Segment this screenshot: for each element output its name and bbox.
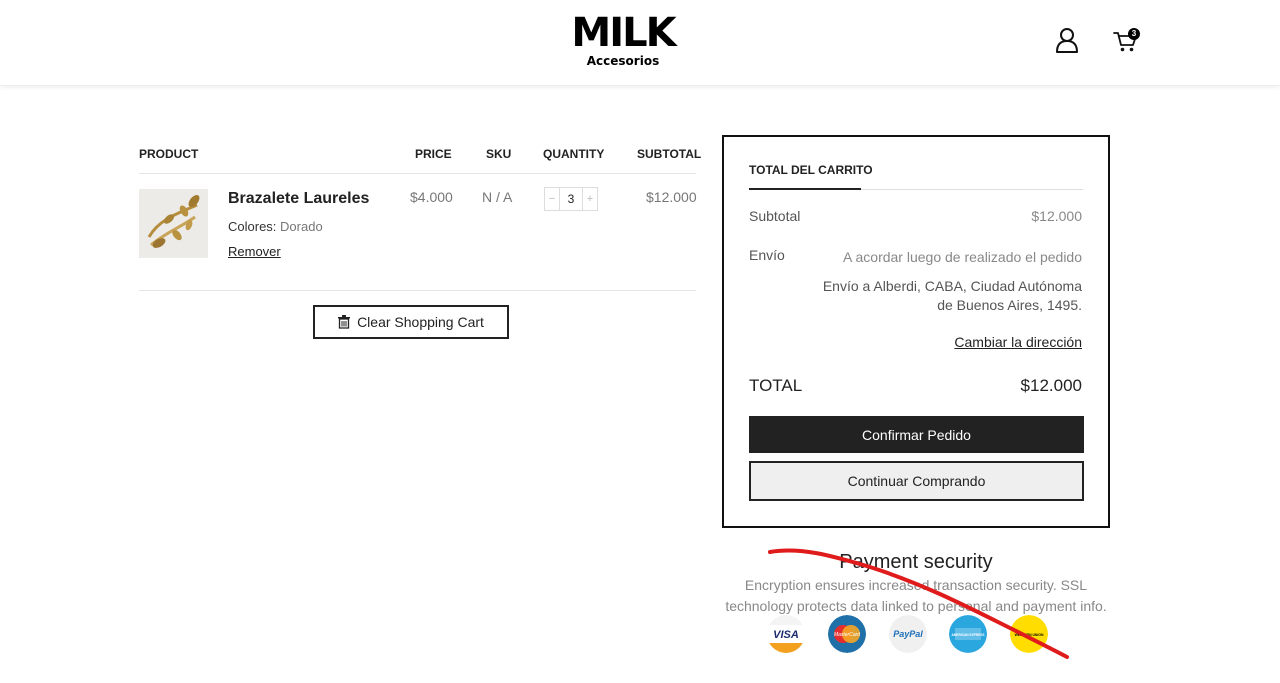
logo-main-text: MILK xyxy=(571,10,676,56)
header-product: PRODUCT xyxy=(139,147,199,161)
trash-icon xyxy=(338,315,351,329)
subtotal-value: $12.000 xyxy=(1031,208,1082,224)
change-address-link[interactable]: Cambiar la dirección xyxy=(954,334,1082,350)
mastercard-icon: MasterCard xyxy=(828,615,866,653)
logo-sub-text: Accesorios xyxy=(586,54,660,68)
svg-text:MasterCard: MasterCard xyxy=(834,632,860,638)
totals-title: TOTAL DEL CARRITO xyxy=(749,163,873,177)
total-label: TOTAL xyxy=(749,376,803,395)
svg-text:AMERICAN EXPRESS: AMERICAN EXPRESS xyxy=(951,633,984,637)
clear-cart-label: Clear Shopping Cart xyxy=(357,314,484,330)
totals-title-underline xyxy=(749,188,861,190)
shipping-label: Envío xyxy=(749,247,785,263)
clear-cart-button[interactable]: Clear Shopping Cart xyxy=(313,305,509,339)
paypal-icon: PayPal xyxy=(889,615,927,653)
item-sku: N / A xyxy=(482,189,513,205)
header-quantity: QUANTITY xyxy=(543,147,605,161)
header-subtotal: SUBTOTAL xyxy=(637,147,702,161)
payment-security-title: Payment security xyxy=(839,551,993,573)
attribute-value: Dorado xyxy=(280,219,323,234)
visa-icon: VISA xyxy=(767,615,805,653)
product-attribute: Colores: Dorado xyxy=(228,219,323,234)
table-divider xyxy=(139,173,696,174)
cart-totals-box: TOTAL DEL CARRITO Subtotal $12.000 Envío… xyxy=(722,135,1110,528)
svg-text:WESTERN UNION: WESTERN UNION xyxy=(1015,633,1044,637)
continue-shopping-button[interactable]: Continuar Comprando xyxy=(749,461,1084,501)
site-header: MILK Accesorios 3 xyxy=(0,0,1280,86)
confirm-order-button[interactable]: Confirmar Pedido xyxy=(749,416,1084,453)
header-sku: SKU xyxy=(486,147,512,161)
payment-security-text: Encryption ensures increased transaction… xyxy=(725,577,1107,614)
product-thumbnail[interactable] xyxy=(139,189,208,258)
svg-text:PayPal: PayPal xyxy=(893,629,923,639)
subtotal-label: Subtotal xyxy=(749,208,801,224)
total-value: $12.000 xyxy=(1020,376,1082,395)
quantity-stepper: − + xyxy=(544,187,598,211)
product-name[interactable]: Brazalete Laureles xyxy=(228,190,369,208)
attribute-label: Colores: xyxy=(228,219,277,234)
increase-quantity-button[interactable]: + xyxy=(583,188,597,210)
svg-text:VISA: VISA xyxy=(773,629,799,641)
quantity-input[interactable] xyxy=(559,188,583,210)
site-logo[interactable]: MILK Accesorios xyxy=(560,12,686,67)
item-subtotal: $12.000 xyxy=(646,189,697,205)
shipping-note: A acordar luego de realizado el pedido xyxy=(843,249,1082,265)
western-union-icon: WESTERN UNION xyxy=(1010,615,1048,653)
cart-count-badge: 3 xyxy=(1128,28,1140,40)
decrease-quantity-button[interactable]: − xyxy=(545,188,559,210)
remove-item-link[interactable]: Remover xyxy=(228,244,281,259)
user-account-icon[interactable] xyxy=(1054,27,1080,53)
shipping-address: Envío a Alberdi, CABA, Ciudad Autónoma d… xyxy=(822,278,1082,313)
item-price: $4.000 xyxy=(410,189,453,205)
payment-methods: VISA MasterCard PayPal AMERICAN EXPRESS … xyxy=(767,615,1067,653)
amex-icon: AMERICAN EXPRESS xyxy=(949,615,987,653)
header-price: PRICE xyxy=(415,147,452,161)
table-divider xyxy=(139,290,696,291)
